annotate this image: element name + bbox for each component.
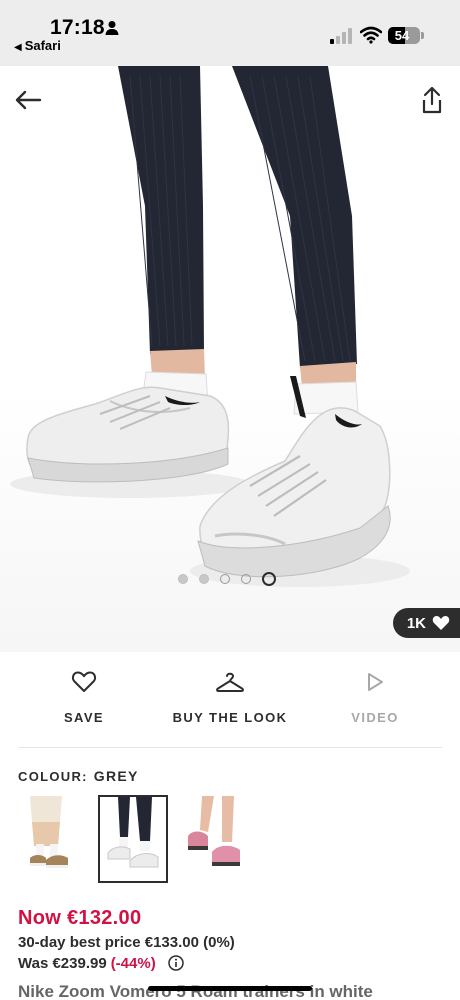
- buy-the-look-button[interactable]: BUY THE LOOK: [155, 670, 305, 740]
- save-label: SAVE: [63, 710, 105, 725]
- person-icon: [105, 21, 119, 35]
- colour-selector-label: COLOUR: GREY: [18, 768, 139, 784]
- price-30-day-best: 30-day best price €133.00 (0%): [18, 934, 235, 951]
- colour-swatch-pink[interactable]: [182, 796, 248, 882]
- product-title: Nike Zoom Vomero 5 Roam trainers in whit…: [18, 982, 373, 1000]
- colour-swatch-grey[interactable]: [98, 795, 168, 883]
- carousel-dot[interactable]: [241, 574, 251, 584]
- heart-filled-icon: [432, 616, 450, 630]
- signal-icon: [330, 28, 352, 44]
- heart-outline-icon: [71, 671, 97, 692]
- carousel-dot[interactable]: [178, 574, 188, 584]
- grey-sneaker-swatch: [100, 797, 166, 881]
- save-button[interactable]: SAVE: [9, 670, 159, 740]
- product-photo: [10, 66, 410, 587]
- back-triangle-icon: ◀: [14, 42, 22, 53]
- hanger-icon: [216, 672, 244, 692]
- colour-value: GREY: [93, 768, 139, 784]
- section-divider: [18, 747, 442, 748]
- play-icon: [368, 673, 383, 691]
- price-now: Now €132.00: [18, 907, 142, 929]
- buy-the-look-label: BUY THE LOOK: [172, 710, 288, 725]
- likes-badge[interactable]: 1K: [392, 608, 460, 638]
- status-bar: 17:18 ◀ Safari 54: [0, 0, 460, 66]
- home-indicator[interactable]: [148, 986, 312, 991]
- likes-count: 1K: [406, 614, 426, 632]
- battery-percent: 54: [394, 28, 410, 43]
- back-arrow-icon[interactable]: [14, 88, 42, 112]
- colour-swatches: [18, 795, 248, 883]
- carousel-dot[interactable]: [199, 574, 209, 584]
- share-icon[interactable]: [420, 86, 444, 114]
- price-discount: (-44%): [110, 955, 156, 972]
- back-app-label: Safari: [24, 38, 61, 53]
- battery-nub: [421, 32, 424, 39]
- carousel-dot[interactable]: [220, 574, 230, 584]
- carousel-dot-active[interactable]: [262, 572, 276, 586]
- status-time: 17:18: [50, 16, 105, 39]
- price-was-row: Was €239.99 (-44%): [18, 955, 184, 972]
- video-button[interactable]: VIDEO: [300, 670, 450, 740]
- pink-sneaker-swatch: [182, 796, 248, 882]
- product-actions: SAVE BUY THE LOOK VIDEO: [0, 670, 460, 740]
- product-image-carousel[interactable]: 1K: [0, 66, 460, 652]
- back-to-safari-link[interactable]: ◀ Safari: [14, 38, 61, 53]
- wifi-icon: [360, 26, 382, 44]
- colour-label: COLOUR:: [18, 769, 88, 784]
- colour-swatch-beige[interactable]: [18, 796, 84, 882]
- info-icon[interactable]: [168, 955, 184, 971]
- carousel-dots[interactable]: [178, 572, 276, 586]
- video-label: VIDEO: [351, 710, 399, 725]
- price-was: Was €239.99: [18, 955, 107, 972]
- battery-indicator: 54: [388, 27, 424, 44]
- beige-sneaker-swatch: [18, 796, 84, 882]
